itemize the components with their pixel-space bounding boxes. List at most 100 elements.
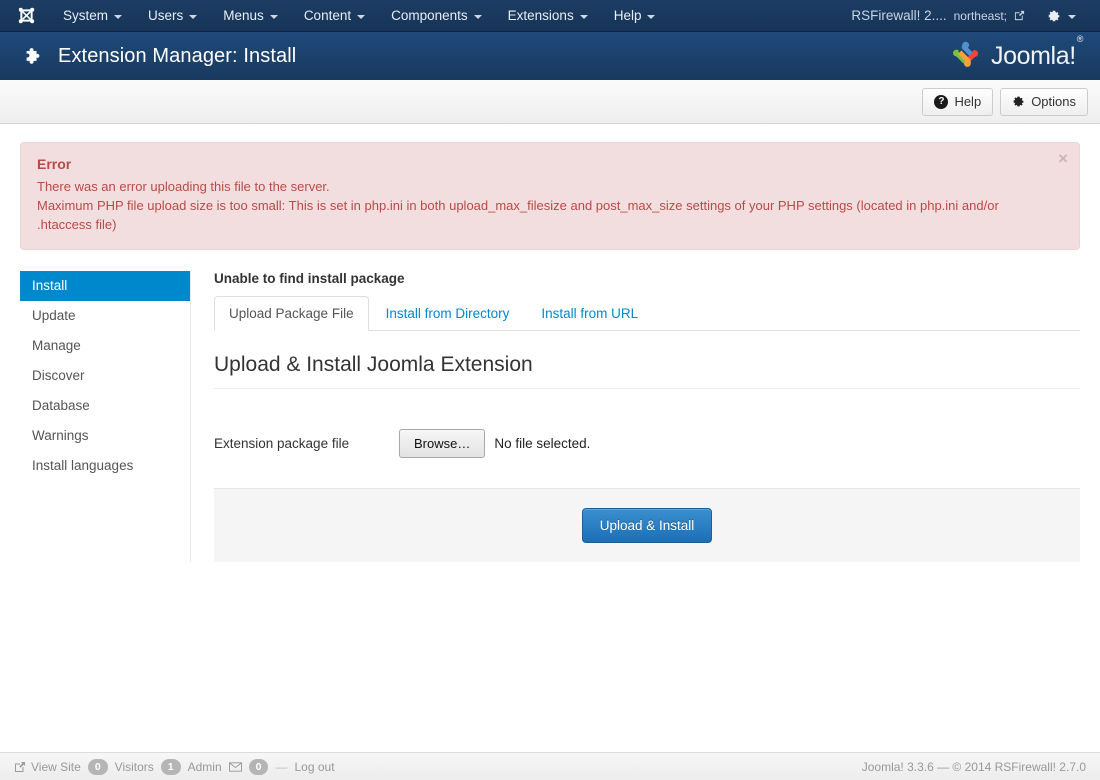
admin-top-bar-right: RSFirewall! 2.... northeast; <box>841 1 1088 30</box>
sidebar-nav: Install Update Manage Discover Database … <box>20 271 190 562</box>
site-name-label: RSFirewall! 2.... <box>851 8 947 23</box>
admin-top-bar: System Users Menus Content Components Ex… <box>0 0 1100 32</box>
external-link-icon: northeast; <box>953 8 1007 23</box>
chevron-down-icon <box>189 14 198 19</box>
version-info: Joomla! 3.3.6 — © 2014 RSFirewall! 2.7.0 <box>861 759 1086 774</box>
joomla-logo-text: Joomla!® <box>991 34 1083 71</box>
tab-install-from-directory[interactable]: Install from Directory <box>371 296 525 331</box>
form-actions: Upload & Install <box>214 488 1080 562</box>
chevron-down-icon <box>357 14 366 19</box>
tab-install-from-url[interactable]: Install from URL <box>526 296 653 331</box>
tab-upload-package-file[interactable]: Upload Package File <box>214 296 369 331</box>
envelope-icon[interactable] <box>228 761 242 772</box>
alert-title: Error <box>37 156 72 172</box>
visitors-label: Visitors <box>114 759 154 774</box>
sidebar-item-install-languages[interactable]: Install languages <box>20 451 190 481</box>
content-area: × Error There was an error uploading thi… <box>0 142 1100 562</box>
puzzle-piece-icon <box>22 45 44 67</box>
menu-item-label: Extensions <box>507 7 574 23</box>
sidebar-item-manage[interactable]: Manage <box>20 331 190 361</box>
menu-item-label: Help <box>613 7 642 23</box>
menu-item-label: Users <box>148 7 184 23</box>
status-bar-left: View Site 0 Visitors 1 Admin 0 — Log out <box>14 758 335 775</box>
gear-icon <box>1013 96 1024 107</box>
admin-settings-menu[interactable] <box>1035 2 1088 30</box>
sidebar-item-label: Install languages <box>32 458 134 473</box>
registered-mark: ® <box>1076 34 1084 45</box>
external-link-icon <box>15 761 25 772</box>
admin-count-badge: 1 <box>160 758 181 775</box>
page-title: Extension Manager: Install <box>58 44 297 67</box>
menu-item-menus[interactable]: Menus <box>210 1 291 31</box>
view-site-label: View Site <box>31 759 81 774</box>
chevron-down-icon <box>473 14 482 19</box>
tab-label: Upload Package File <box>229 306 354 321</box>
question-circle-icon: ? <box>934 94 949 109</box>
sidebar-item-label: Database <box>32 398 90 413</box>
menu-item-help[interactable]: Help <box>601 1 669 31</box>
admin-menu: System Users Menus Content Components Ex… <box>50 1 668 31</box>
help-button[interactable]: ? Help <box>922 87 994 116</box>
tab-label: Install from URL <box>541 306 639 321</box>
external-link-icon <box>1014 10 1025 21</box>
sidebar-item-warnings[interactable]: Warnings <box>20 421 190 451</box>
extension-package-label: Extension package file <box>214 436 350 451</box>
alert-message-2: Maximum PHP file upload size is too smal… <box>37 198 999 232</box>
toolbar: ? Help Options <box>0 80 1100 124</box>
chevron-down-icon <box>647 14 656 19</box>
menu-item-system[interactable]: System <box>50 1 135 31</box>
joomla-logo-word: Joomla! <box>991 41 1076 70</box>
logout-link[interactable]: Log out <box>294 760 334 774</box>
gear-icon <box>1048 10 1060 21</box>
chevron-down-icon <box>269 14 278 19</box>
browse-button[interactable]: Browse… <box>399 429 486 458</box>
chevron-down-icon <box>114 14 123 19</box>
panel-heading: Unable to find install package <box>214 271 405 286</box>
menu-item-content[interactable]: Content <box>291 1 378 31</box>
menu-item-label: System <box>63 7 109 23</box>
alert-message-1: There was an error uploading this file t… <box>37 179 330 194</box>
chevron-down-icon <box>1068 14 1076 19</box>
page-header: Extension Manager: Install Joomla!® <box>0 32 1100 80</box>
sidebar-item-label: Warnings <box>32 428 89 443</box>
sidebar-item-label: Manage <box>32 338 81 353</box>
visitors-count-badge: 0 <box>87 758 108 775</box>
menu-item-label: Content <box>303 7 352 23</box>
joomla-mark-icon[interactable] <box>16 6 36 26</box>
install-panel: Unable to find install package Upload Pa… <box>190 271 1080 562</box>
messages-count-badge: 0 <box>248 758 269 775</box>
joomla-logo: Joomla!® <box>950 34 1083 73</box>
extension-package-row: Extension package file Browse… No file s… <box>214 389 1080 488</box>
options-button[interactable]: Options <box>1000 87 1088 116</box>
site-name-link[interactable]: RSFirewall! 2.... northeast; <box>841 1 1035 30</box>
main-row: Install Update Manage Discover Database … <box>20 271 1080 562</box>
menu-item-extensions[interactable]: Extensions <box>495 1 601 31</box>
sidebar-item-update[interactable]: Update <box>20 301 190 331</box>
sidebar-item-label: Discover <box>32 368 85 383</box>
view-site-link[interactable]: View Site <box>14 760 81 774</box>
sidebar-item-label: Update <box>32 308 76 323</box>
close-icon[interactable]: × <box>1058 150 1068 167</box>
upload-install-button[interactable]: Upload & Install <box>581 508 713 543</box>
sidebar-item-discover[interactable]: Discover <box>20 361 190 391</box>
help-button-label: Help <box>954 93 982 109</box>
joomla-logo-icon <box>953 41 979 67</box>
tab-label: Install from Directory <box>385 306 510 321</box>
menu-item-users[interactable]: Users <box>135 1 210 31</box>
menu-item-components[interactable]: Components <box>378 1 495 31</box>
status-bar: View Site 0 Visitors 1 Admin 0 — Log out… <box>0 752 1100 780</box>
file-status-text: No file selected. <box>494 436 591 451</box>
options-button-label: Options <box>1031 93 1076 109</box>
file-upload-control[interactable]: Browse… No file selected. <box>399 429 590 458</box>
error-alert: × Error There was an error uploading thi… <box>20 142 1080 250</box>
status-separator: — <box>275 759 288 774</box>
chevron-down-icon <box>579 14 588 19</box>
sidebar-item-install[interactable]: Install <box>20 271 190 301</box>
menu-item-label: Components <box>391 7 468 23</box>
sidebar-item-label: Install <box>32 278 68 293</box>
form-title: Upload & Install Joomla Extension <box>214 331 1080 389</box>
install-tabs: Upload Package File Install from Directo… <box>214 295 1080 331</box>
sidebar-item-database[interactable]: Database <box>20 391 190 421</box>
admin-label: Admin <box>187 759 222 774</box>
menu-item-label: Menus <box>223 7 264 23</box>
